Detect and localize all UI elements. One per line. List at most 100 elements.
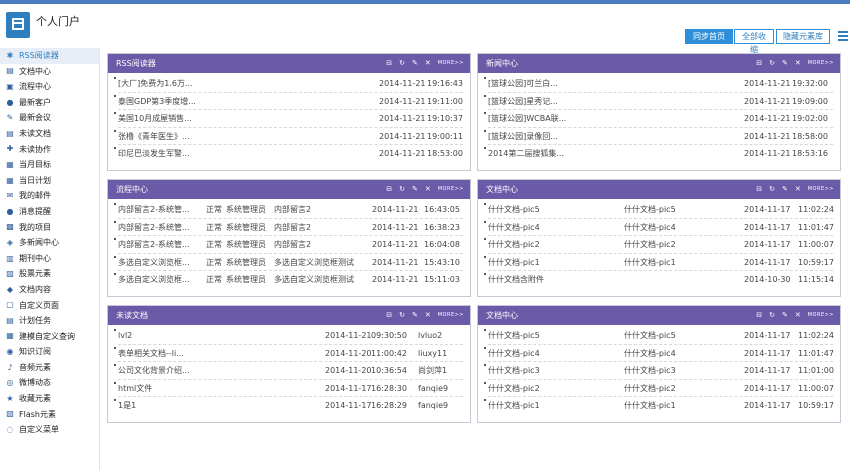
item-title[interactable]: [篮球公园]可兰白... [488,75,653,93]
lock-icon[interactable]: ⊟ [386,306,392,325]
list-item[interactable]: 表单相关文档--li... 2014-11-20 11:00:42 liuxy11 [114,345,463,362]
lock-icon[interactable]: ⊟ [756,180,762,199]
sidebar-item[interactable]: ✎ 最新会议 [0,110,99,126]
lock-icon[interactable]: ⊟ [386,54,392,73]
refresh-icon[interactable]: ↻ [399,306,405,325]
item-title[interactable]: 内部留言2-系统管... [118,219,206,237]
list-item[interactable]: 张橹《青年医生》... 2014-11-21 19:00:11 [114,128,463,146]
list-item[interactable]: lvl2 2014-11-21 09:30:50 lvluo2 [114,327,463,345]
sync-home-button[interactable]: 同步首页 [685,29,733,44]
list-item[interactable]: 什什文档-pic4 什什文档-pic4 2014-11-17 11:01:47 [484,219,834,237]
sidebar-item[interactable]: ▦ 当日计划 [0,173,99,189]
list-item[interactable]: 什什文档-pic2 什什文档-pic2 2014-11-17 11:00:07 [484,236,834,254]
item-title[interactable]: 什什文档-pic2 [488,380,598,398]
sidebar-item[interactable]: ★ 收藏元素 [0,391,99,407]
sidebar-item[interactable]: ▩ 我的项目 [0,220,99,236]
sidebar-item[interactable]: ▤ 计划任务 [0,313,99,329]
list-icon[interactable] [838,31,848,41]
sidebar-item[interactable]: ▢ 自定义页面 [0,298,99,314]
sidebar-item[interactable]: ● 最新客户 [0,95,99,111]
settings-icon[interactable]: ✎ [412,306,418,325]
settings-icon[interactable]: ✎ [412,180,418,199]
sidebar-item[interactable]: ▣ 流程中心 [0,79,99,95]
more-link[interactable]: MORE>> [438,306,464,325]
sidebar-item[interactable]: ◌ 自定义菜单 [0,422,99,438]
item-title[interactable]: 什什文档-pic4 [488,219,598,237]
list-item[interactable]: 什什文档-pic1 什什文档-pic1 2014-11-17 10:59:17 [484,254,834,271]
item-title[interactable]: 什什文档-pic4 [488,345,598,363]
refresh-icon[interactable]: ↻ [769,306,775,325]
item-title[interactable]: 什什文档-pic5 [488,327,598,345]
sidebar-item[interactable]: ▧ Flash元素 [0,407,99,423]
list-item[interactable]: [篮球公园]可兰白... 2014-11-21 19:32:00 [484,75,833,93]
item-title[interactable]: 什什文档-pic1 [488,397,598,415]
settings-icon[interactable]: ✎ [782,54,788,73]
collapse-all-button[interactable]: 全部收缩 [734,29,774,54]
settings-icon[interactable]: ✎ [782,306,788,325]
settings-icon[interactable]: ✎ [412,54,418,73]
list-item[interactable]: [篮球公园]星秀记... 2014-11-21 19:09:00 [484,93,833,111]
item-title[interactable]: 多选自定义浏览框... [118,271,206,289]
item-title[interactable]: 什什文档含附件 [488,271,598,289]
item-title[interactable]: lvl2 [118,327,268,345]
list-item[interactable]: 什什文档-pic5 什什文档-pic5 2014-11-17 11:02:24 [484,327,834,345]
item-title[interactable]: 多选自定义浏览框... [118,254,206,272]
list-item[interactable]: 什什文档-pic3 什什文档-pic3 2014-11-17 11:01:00 [484,362,834,380]
list-item[interactable]: 1是1 2014-11-17 16:28:29 fanqie9 [114,397,463,415]
item-title[interactable]: 泰国GDP第3季度增... [118,93,283,111]
sidebar-item[interactable]: ▦ 当月目标 [0,157,99,173]
item-title[interactable]: 2014第二届搜狐集... [488,145,653,163]
more-link[interactable]: MORE>> [808,306,834,325]
settings-icon[interactable]: ✎ [782,180,788,199]
item-title[interactable]: 美国10月成屋销售... [118,110,283,128]
close-icon[interactable]: ✕ [425,54,431,73]
sidebar-item[interactable]: ◎ 微博动态 [0,375,99,391]
sidebar-item[interactable]: ▨ 股票元素 [0,266,99,282]
close-icon[interactable]: ✕ [425,306,431,325]
refresh-icon[interactable]: ↻ [769,180,775,199]
list-item[interactable]: [篮球公园]WCBA联... 2014-11-21 19:02:00 [484,110,833,128]
list-item[interactable]: [大厂]免费为1.6万... 2014-11-21 19:16:43 [114,75,463,93]
refresh-icon[interactable]: ↻ [399,54,405,73]
list-item[interactable]: 什什文档-pic4 什什文档-pic4 2014-11-17 11:01:47 [484,345,834,363]
sidebar-item[interactable]: ◈ 多新闻中心 [0,235,99,251]
item-title[interactable]: 什什文档-pic5 [488,201,598,219]
list-item[interactable]: 什什文档含附件 2014-10-30 11:15:14 [484,271,834,289]
list-item[interactable]: [篮球公园]录像回... 2014-11-21 18:58:00 [484,128,833,146]
sidebar-item[interactable]: ✱ RSS阅读器 [0,48,99,64]
sidebar-item[interactable]: ▦ 建模自定义查询 [0,329,99,345]
item-title[interactable]: [篮球公园]星秀记... [488,93,653,111]
sidebar-item[interactable]: ▤ 未读文档 [0,126,99,142]
item-title[interactable]: [大厂]免费为1.6万... [118,75,283,93]
sidebar-item[interactable]: ◆ 文档内容 [0,282,99,298]
list-item[interactable]: 多选自定义浏览框... 正常 系统管理员 多选自定义浏览框测试 2014-11-21 15… [114,271,463,289]
item-title[interactable]: html文件 [118,380,268,398]
more-link[interactable]: MORE>> [438,54,464,73]
close-icon[interactable]: ✕ [795,180,801,199]
item-title[interactable]: 内部留言2-系统管... [118,236,206,254]
item-title[interactable]: 内部留言2-系统管... [118,201,206,219]
item-title[interactable]: 张橹《青年医生》... [118,128,283,146]
close-icon[interactable]: ✕ [795,54,801,73]
lock-icon[interactable]: ⊟ [756,54,762,73]
item-title[interactable]: [篮球公园]录像回... [488,128,653,146]
item-title[interactable]: 什什文档-pic3 [488,362,598,380]
close-icon[interactable]: ✕ [795,306,801,325]
more-link[interactable]: MORE>> [438,180,464,199]
item-title[interactable]: 印尼巴淡发生军警... [118,145,283,163]
more-link[interactable]: MORE>> [808,54,834,73]
item-title[interactable]: [篮球公园]WCBA联... [488,110,653,128]
list-item[interactable]: 印尼巴淡发生军警... 2014-11-21 18:53:00 [114,145,463,163]
list-item[interactable]: 什什文档-pic1 什什文档-pic1 2014-11-17 10:59:17 [484,397,834,415]
lock-icon[interactable]: ⊟ [386,180,392,199]
sidebar-item[interactable]: ✉ 我的邮件 [0,188,99,204]
list-item[interactable]: 公司文化背景介绍... 2014-11-20 10:36:54 尚剑萍1 [114,362,463,380]
item-title[interactable]: 1是1 [118,397,268,415]
more-link[interactable]: MORE>> [808,180,834,199]
refresh-icon[interactable]: ↻ [769,54,775,73]
refresh-icon[interactable]: ↻ [399,180,405,199]
list-item[interactable]: 泰国GDP第3季度增... 2014-11-21 19:11:00 [114,93,463,111]
list-item[interactable]: 美国10月成屋销售... 2014-11-21 19:10:37 [114,110,463,128]
sidebar-item[interactable]: ✚ 未读协作 [0,142,99,158]
item-title[interactable]: 公司文化背景介绍... [118,362,268,380]
